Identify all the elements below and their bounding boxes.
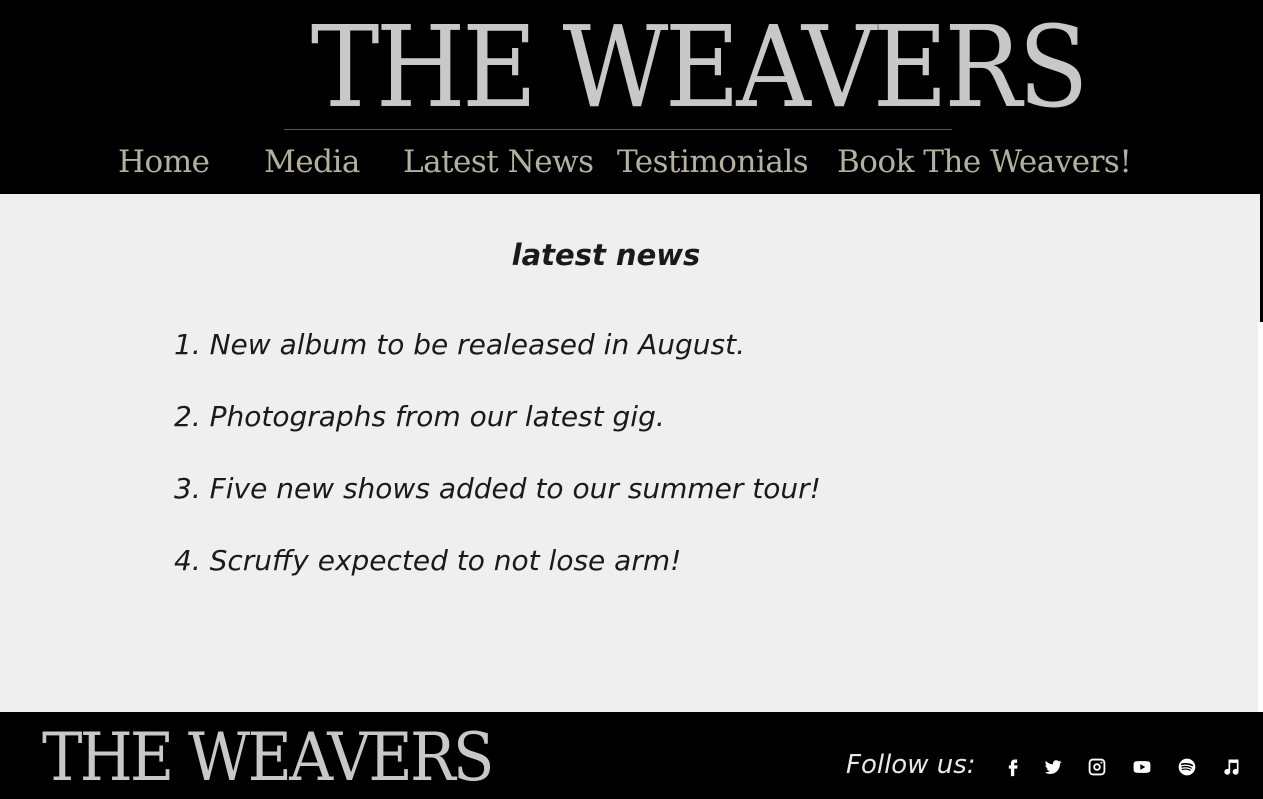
news-item: 2. Photographs from our latest gig. [174, 400, 665, 433]
news-item: 3. Five new shows added to our summer to… [174, 472, 821, 505]
main-nav: Home Media Latest News Testimonials Book… [0, 140, 1263, 186]
spotify-icon[interactable] [1176, 756, 1198, 778]
facebook-icon[interactable] [1002, 756, 1024, 778]
youtube-icon[interactable] [1131, 756, 1153, 778]
news-list: 1. New album to be realeased in August. … [174, 328, 1074, 616]
twitter-icon[interactable] [1042, 756, 1064, 778]
scrollbar-gap [1258, 322, 1263, 712]
follow-us-label: Follow us: [846, 750, 976, 780]
footer-logo[interactable]: THE WEAVERS [42, 724, 495, 792]
nav-item-testimonials[interactable]: Testimonials [617, 140, 809, 186]
main-content: latest news 1. New album to be realeased… [0, 194, 1260, 712]
page-title: latest news [511, 238, 701, 272]
nav-item-latest-news[interactable]: Latest News [403, 140, 594, 186]
nav-item-media[interactable]: Media [264, 140, 360, 186]
instagram-icon[interactable] [1086, 756, 1108, 778]
site-header: THE WEAVERS Home Media Latest News Testi… [0, 0, 1263, 194]
news-item: 4. Scruffy expected to not lose arm! [174, 544, 682, 577]
site-logo[interactable]: THE WEAVERS [311, 12, 1089, 124]
nav-item-book-the-weavers[interactable]: Book The Weavers! [837, 140, 1132, 186]
music-note-icon[interactable] [1220, 756, 1242, 778]
news-item: 1. New album to be realeased in August. [174, 328, 745, 361]
nav-item-home[interactable]: Home [118, 140, 210, 186]
logo-divider [284, 129, 952, 130]
site-footer: THE WEAVERS Follow us: [0, 712, 1263, 799]
